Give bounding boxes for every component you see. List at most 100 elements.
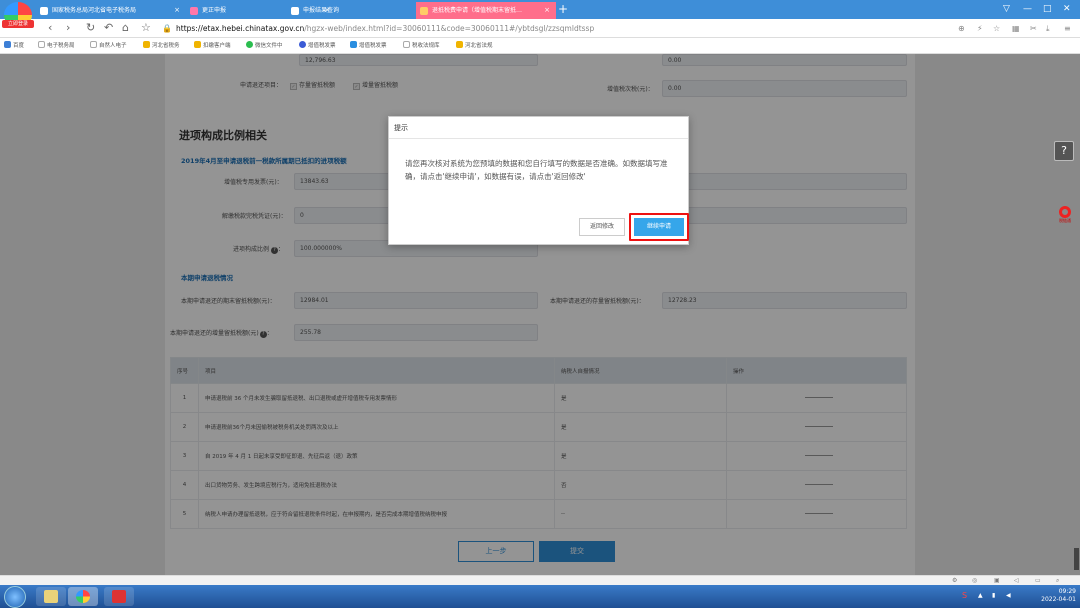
back-to-edit-button[interactable]: 返回修改 xyxy=(579,218,625,236)
settings-icon[interactable]: ⚙ xyxy=(952,576,957,585)
url-input[interactable]: https://etax.hebei.chinatax.gov.cn/hgzx-… xyxy=(176,22,936,35)
zoom-icon[interactable]: ⊕ xyxy=(958,22,965,35)
url-host: https://etax.hebei.chinatax.gov.cn xyxy=(176,24,305,33)
folder-icon xyxy=(44,590,58,603)
side-logo-text: 税链通 xyxy=(1059,218,1071,223)
help-icon[interactable]: ? xyxy=(1054,141,1074,161)
menu-icon[interactable]: ≡ xyxy=(1064,22,1071,35)
taskbar-browser[interactable] xyxy=(68,587,98,606)
download-icon[interactable]: ⤓ xyxy=(1046,22,1050,35)
zoom-icon[interactable]: ⌕ xyxy=(1056,576,1059,585)
star-icon[interactable]: ☆ xyxy=(141,21,151,35)
page-icon xyxy=(291,7,299,15)
browser-status-bar: ⚙ ◎ ▣ ◁ ▭ ⌕ xyxy=(0,575,1080,585)
close-window-button[interactable]: ✕ xyxy=(1063,0,1071,18)
favorite-icon[interactable]: ☆ xyxy=(993,22,1000,35)
wechat-icon xyxy=(246,41,253,48)
tab-label: 国家税务总局河北省电子税务局 xyxy=(52,7,137,14)
page-icon xyxy=(420,7,428,15)
taskbar-explorer[interactable] xyxy=(36,587,66,606)
tax-icon xyxy=(143,41,150,48)
back-icon[interactable]: ‹ xyxy=(48,21,52,35)
clock[interactable]: 09:29 2022-04-01 xyxy=(1036,588,1076,604)
bookmark-etax[interactable]: 电子税务局 xyxy=(38,38,75,54)
clock-time: 09:29 xyxy=(1058,588,1076,595)
network-icon[interactable]: ▮ xyxy=(992,592,995,599)
dialog-message: 请您再次核对系统为您预填的数据和您自行填写的数据是否准确。如数据填写准确，请点击… xyxy=(405,159,668,181)
browser-logo[interactable]: 立即登录 xyxy=(2,2,34,28)
bookmark-vat-invoice-1[interactable]: 增值税发票 xyxy=(299,38,336,54)
bookmark-label: 电子税务局 xyxy=(47,43,75,49)
bookmark-label: 自然人电子 xyxy=(99,43,127,49)
refresh-icon[interactable]: ↻ xyxy=(86,21,95,35)
sound-icon[interactable]: ◁ xyxy=(1014,576,1019,585)
wps-icon xyxy=(112,590,126,603)
windows-taskbar: S ▲ ▮ ◀ 09:29 2022-04-01 xyxy=(0,585,1080,608)
tab-refund-application[interactable]: 退抵税费申请（增值税期末留抵… × xyxy=(416,2,556,19)
bookmark-label: 税收法规库 xyxy=(412,43,440,49)
bookmark-label: 河北省税务 xyxy=(152,43,180,49)
bookmark-label: 增值税发票 xyxy=(308,43,336,49)
logo-ring-icon xyxy=(1059,206,1071,218)
bookmark-label: 百度 xyxy=(13,43,25,49)
globe-icon xyxy=(299,41,306,48)
page-icon xyxy=(90,41,97,48)
highlight-box: 继续申请 xyxy=(629,213,689,241)
antivirus-icon[interactable]: S xyxy=(962,591,967,600)
continue-apply-button[interactable]: 继续申请 xyxy=(634,218,684,236)
tab-etax-home[interactable]: 国家税务总局河北省电子税务局 × xyxy=(36,2,186,19)
apps-icon[interactable]: ▦ xyxy=(1012,22,1020,35)
login-badge[interactable]: 立即登录 xyxy=(2,20,34,28)
scissors-icon[interactable]: ✂ xyxy=(1030,22,1037,35)
tab-label: 申报结果查询 xyxy=(303,7,340,14)
forward-icon[interactable]: › xyxy=(66,21,70,35)
clock-date: 2022-04-01 xyxy=(1041,596,1076,603)
bookmark-hebei-law[interactable]: 河北省法规 xyxy=(456,38,493,54)
bookmark-label: 增值税发票 xyxy=(359,43,387,49)
skin-icon[interactable]: ▽ xyxy=(1003,0,1010,18)
bookmark-label: 扣缴客户端 xyxy=(203,43,231,49)
new-tab-button[interactable]: + xyxy=(558,0,568,18)
bookmark-vat-invoice-2[interactable]: 增值税发票 xyxy=(350,38,387,54)
window-icon[interactable]: ▭ xyxy=(1035,576,1041,585)
browser-tab-bar: 国家税务总局河北省电子税务局 × 更正申报 × 申报结果查询× 退抵税费申请（增值税… xyxy=(0,0,1080,19)
scrollbar-thumb[interactable] xyxy=(1074,548,1079,570)
tab-label: 更正申报 xyxy=(202,7,227,14)
save-icon[interactable]: ▣ xyxy=(994,576,1000,585)
bookmark-baidu[interactable]: 百度 xyxy=(4,38,24,54)
lock-icon: 🔒 xyxy=(162,24,172,33)
bookmark-withholding[interactable]: 扣缴客户端 xyxy=(194,38,231,54)
bookmarks-bar: 百度 电子税务局 自然人电子 河北省税务 扣缴客户端 微信文件中 增值税发票 增… xyxy=(0,38,1080,54)
dialog-title: 提示 xyxy=(389,117,688,139)
browser-icon xyxy=(76,590,90,603)
home-icon[interactable]: ⌂ xyxy=(122,21,129,35)
page-icon xyxy=(38,41,45,48)
tab-label: 退抵税费申请（增值税期末留抵… xyxy=(432,7,523,14)
confirm-dialog: 提示 请您再次核对系统为您预填的数据和您自行填写的数据是否准确。如数据填写准确，… xyxy=(388,116,689,245)
side-logo[interactable]: 税链通 xyxy=(1053,206,1077,234)
lightning-icon[interactable]: ⚡ xyxy=(977,22,983,35)
bookmark-label: 微信文件中 xyxy=(255,43,283,49)
bookmark-hebei-tax[interactable]: 河北省税务 xyxy=(143,38,180,54)
page-icon xyxy=(190,7,198,15)
address-bar: ‹ › ↻ ↶ ⌂ ☆ 🔒 https://etax.hebei.chinata… xyxy=(0,19,1080,38)
minimize-button[interactable]: — xyxy=(1023,0,1032,18)
close-icon[interactable]: × xyxy=(544,2,550,19)
paw-icon xyxy=(4,41,11,48)
page-icon xyxy=(403,41,410,48)
tax-bureau-icon xyxy=(40,7,48,15)
start-button[interactable] xyxy=(4,586,26,608)
tab-result-query[interactable]: 申报结果查询× xyxy=(287,2,437,19)
maximize-button[interactable]: □ xyxy=(1043,0,1052,18)
camera-icon[interactable]: ◎ xyxy=(972,576,977,585)
bookmark-natural-person[interactable]: 自然人电子 xyxy=(90,38,127,54)
undo-icon[interactable]: ↶ xyxy=(104,21,113,35)
bookmark-tax-law[interactable]: 税收法规库 xyxy=(403,38,440,54)
url-path: /hgzx-web/index.html?id=30060111&code=30… xyxy=(304,24,595,33)
close-icon[interactable]: × xyxy=(174,2,180,19)
volume-icon[interactable]: ◀ xyxy=(1006,592,1011,599)
search-icon xyxy=(350,41,357,48)
taskbar-wps[interactable] xyxy=(104,587,134,606)
tray-expand-icon[interactable]: ▲ xyxy=(978,592,983,599)
bookmark-wechat-files[interactable]: 微信文件中 xyxy=(246,38,283,54)
